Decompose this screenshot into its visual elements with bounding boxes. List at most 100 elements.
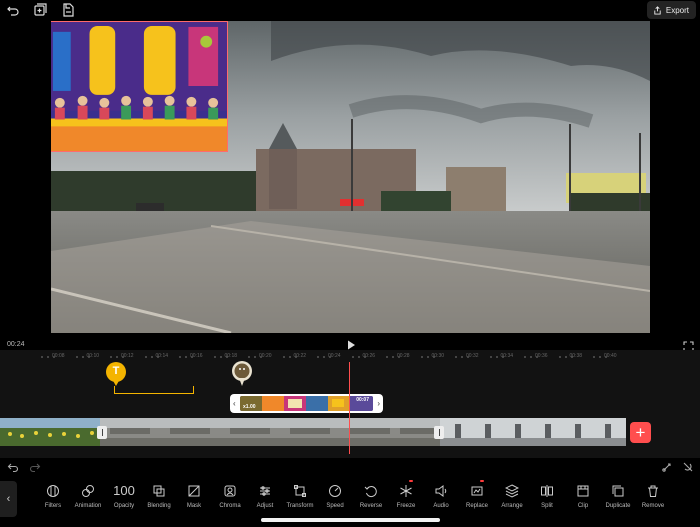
top-bar: Export — [0, 0, 700, 20]
main-video-track[interactable] — [0, 418, 626, 446]
time-ruler[interactable]: 00:08 00:10 00:12 00:14 00:16 00:18 00:20 00:22… — [0, 350, 700, 362]
ruler-dot — [467, 356, 469, 358]
ruler-dot — [122, 356, 124, 358]
transition-handle-1[interactable] — [97, 426, 107, 439]
tool-transform[interactable]: Transform — [282, 482, 318, 514]
tool-duplicate[interactable]: Duplicate — [600, 482, 636, 514]
ruler-dot — [47, 356, 49, 358]
transition-handle-2[interactable] — [434, 426, 444, 439]
text-layer-range[interactable] — [114, 386, 194, 394]
ruler-dot — [420, 356, 423, 358]
ruler-dot — [524, 356, 526, 358]
tool-adjust[interactable]: Adjust — [247, 482, 283, 514]
snap-icon[interactable] — [682, 460, 694, 472]
tool-clip[interactable]: Clip — [565, 482, 601, 514]
ruler-dot — [81, 356, 84, 358]
ruler-dot — [570, 356, 573, 358]
ruler-dot — [593, 356, 595, 358]
remove-icon — [648, 485, 658, 497]
tool-label: Animation — [74, 503, 102, 509]
pip-trim-left-handle[interactable]: ‹ — [233, 400, 236, 408]
ruler-dot — [392, 356, 394, 358]
tool-label: Arrange — [501, 503, 523, 509]
tool-split[interactable]: Split — [529, 482, 565, 514]
tool-label: Transform — [286, 503, 314, 509]
split-icon — [541, 485, 553, 497]
ruler-dot — [75, 356, 78, 358]
ruler-dot — [536, 356, 538, 358]
tool-reverse[interactable]: Reverse — [353, 482, 389, 514]
tool-animation[interactable]: Animation — [70, 482, 106, 514]
playhead[interactable] — [349, 362, 350, 454]
tool-label: Clip — [577, 503, 589, 509]
ruler-dot — [501, 356, 504, 358]
tool-speed[interactable]: Speed — [317, 482, 353, 514]
export-button[interactable]: Export — [646, 1, 696, 19]
overlay-video-clip[interactable] — [51, 21, 228, 152]
ruler-dot — [144, 356, 147, 358]
home-indicator — [261, 518, 440, 522]
ruler-dot — [357, 356, 360, 358]
ruler-dot — [426, 356, 429, 358]
tool-blending[interactable]: Blending — [141, 482, 177, 514]
tool-freeze[interactable]: Freeze — [388, 480, 424, 514]
tool-label: Freeze — [396, 503, 416, 509]
clip-icon — [577, 485, 589, 497]
play-button[interactable] — [345, 338, 357, 350]
text-layer-marker[interactable]: T — [105, 362, 127, 387]
adjust-icon — [260, 486, 270, 496]
tool-replace[interactable]: Replace — [459, 480, 495, 514]
add-clip-button[interactable]: + — [630, 422, 651, 443]
new-badge — [480, 480, 484, 482]
main-track-thumbnails — [0, 418, 626, 446]
animation-icon — [82, 485, 94, 497]
ruler-dot — [489, 356, 492, 358]
ruler-dot — [351, 356, 354, 358]
ruler-dot — [288, 356, 291, 358]
reverse-icon — [364, 486, 377, 497]
ruler-dot — [530, 356, 532, 358]
tool-opacity[interactable]: 100 Opacity — [106, 482, 142, 514]
save-draft-icon[interactable] — [61, 3, 75, 17]
video-preview[interactable] — [51, 21, 650, 333]
add-media-icon[interactable] — [33, 3, 47, 17]
tool-filters[interactable]: Filters — [35, 482, 71, 514]
ruler-dot — [599, 356, 601, 358]
ruler-dot — [386, 356, 388, 358]
fullscreen-button[interactable] — [683, 339, 694, 352]
tool-remove[interactable]: Remove — [635, 482, 671, 514]
back-button[interactable]: ‹ — [0, 481, 17, 517]
tool-label: Audio — [433, 503, 449, 509]
mask-icon — [188, 485, 200, 497]
arrange-icon — [505, 484, 519, 498]
sticker-layer-marker[interactable] — [231, 361, 253, 387]
keyframe-icon[interactable] — [661, 460, 673, 472]
tool-mask[interactable]: Mask — [176, 482, 212, 514]
new-badge — [409, 480, 413, 482]
ruler-dot — [219, 356, 222, 358]
pip-trim-right-handle[interactable]: › — [377, 400, 380, 408]
undo-history-icon[interactable] — [6, 3, 20, 17]
ruler-dot — [260, 356, 262, 358]
duplicate-icon — [612, 485, 624, 497]
tool-audio[interactable]: Audio — [423, 482, 459, 514]
ruler-dot — [116, 356, 118, 358]
ruler-dot — [323, 356, 325, 358]
undo-icon[interactable] — [7, 460, 19, 473]
tool-arrange[interactable]: Arrange — [494, 482, 530, 514]
tool-label: Split — [541, 503, 553, 509]
tool-label: Speed — [326, 503, 344, 509]
tool-label: Opacity — [113, 503, 135, 509]
ruler-dot — [185, 356, 187, 358]
ruler-dot — [110, 356, 112, 358]
ruler-dot — [294, 356, 297, 358]
opacity-value: 100 — [113, 483, 135, 498]
redo-icon[interactable] — [29, 460, 41, 473]
pip-clip-track[interactable]: ‹ x1.00 00:07 › — [230, 394, 383, 413]
tool-label: Duplicate — [605, 503, 631, 509]
chroma-icon — [224, 485, 236, 497]
tool-chroma[interactable]: Chroma — [212, 482, 248, 514]
ruler-dot — [41, 356, 43, 358]
tool-label: Adjust — [256, 503, 274, 509]
tool-label: Filters — [44, 503, 62, 509]
